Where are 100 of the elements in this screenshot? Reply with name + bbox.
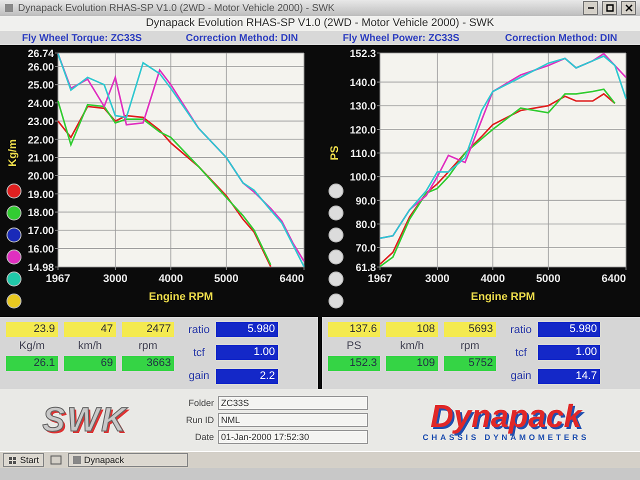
y-axis-label: PS: [329, 146, 341, 160]
setting-value-field: 14.7: [538, 368, 600, 384]
company-logo: SWK: [41, 400, 129, 440]
correction-method-label: Correction Method: DIN: [186, 32, 298, 44]
y-tick-label: 17.00: [28, 225, 54, 238]
chart-caption: Fly Wheel Torque: ZC33S: [22, 32, 142, 44]
peak-value-field: 26.1: [6, 356, 58, 370]
start-button[interactable]: Start: [3, 453, 44, 467]
minimize-icon: [588, 7, 594, 9]
maximize-button[interactable]: [602, 1, 617, 15]
run-select-button[interactable]: [328, 228, 344, 242]
run-select-button[interactable]: [328, 206, 344, 220]
correction-method-label: Correction Method: DIN: [505, 32, 618, 44]
run-select-button[interactable]: [6, 272, 22, 286]
brand-logo: Dynapack: [430, 398, 582, 432]
setting-label: gain: [510, 370, 532, 382]
y-tick-label: 140.0: [350, 77, 376, 90]
x-axis-label: Engine RPM: [470, 291, 536, 303]
y-tick-label: 23.00: [28, 116, 54, 128]
y-tick-label: 120.0: [350, 124, 376, 136]
x-tick-label: 4000: [158, 273, 184, 285]
y-tick-label: 130.0: [350, 100, 376, 113]
setting-value-field: 1.00: [216, 345, 278, 360]
app-icon: [4, 3, 14, 13]
y-tick-label: 21.00: [28, 152, 54, 164]
run-select-button[interactable]: [328, 272, 344, 286]
info-field: 01-Jan-2000 17:52:30: [218, 430, 368, 444]
four-squares-icon: [8, 456, 17, 464]
setting-label: ratio: [187, 324, 211, 336]
x-tick-label: 6400: [602, 273, 626, 285]
y-tick-label: 152.3: [350, 48, 376, 60]
setting-value-field: 2.2: [216, 368, 278, 384]
unit-label: km/h: [77, 340, 103, 352]
task-button[interactable]: Dynapack: [68, 453, 188, 467]
peak-value-field: 109: [386, 356, 438, 370]
x-tick-label: 1967: [368, 273, 392, 285]
close-button[interactable]: [621, 1, 636, 15]
current-value-field: 2477: [122, 322, 174, 336]
y-tick-label: 19.00: [28, 188, 54, 201]
chart-caption: Fly Wheel Power: ZC33S: [342, 32, 460, 44]
x-tick-label: 5000: [214, 273, 239, 285]
unit-label: rpm: [460, 340, 480, 352]
y-tick-label: 18.00: [28, 207, 54, 220]
peak-value-field: 3663: [122, 356, 174, 370]
y-tick-label: 80.0: [356, 218, 376, 231]
y-tick-label: 26.74: [28, 48, 54, 60]
y-tick-label: 90.0: [356, 195, 376, 208]
y-tick-label: 22.00: [28, 134, 54, 146]
current-value-field: 108: [386, 322, 438, 336]
y-tick-label: 20.00: [28, 170, 54, 183]
y-tick-label: 70.0: [356, 242, 376, 255]
setting-label: ratio: [509, 324, 533, 336]
setting-value-field: 1.00: [538, 345, 600, 360]
current-value-field: 5693: [444, 322, 496, 336]
run-select-button[interactable]: [328, 184, 344, 198]
peak-value-field: 5752: [444, 356, 496, 370]
unit-label: PS: [346, 340, 362, 352]
y-tick-label: 61.8: [356, 262, 376, 274]
field-label: Date: [194, 432, 215, 442]
setting-label: tcf: [514, 346, 528, 359]
run-select-button[interactable]: [6, 294, 22, 308]
field-label: Run ID: [184, 415, 215, 425]
y-tick-label: 110.0: [350, 148, 376, 160]
maximize-icon: [606, 4, 614, 12]
app-icon: [73, 456, 82, 464]
x-tick-label: 3000: [103, 273, 128, 285]
peak-value-field: 152.3: [328, 356, 380, 370]
x-tick-label: 6400: [280, 273, 304, 285]
y-tick-label: 100.0: [350, 172, 376, 184]
field-label: Folder: [187, 398, 215, 408]
close-icon: [624, 4, 632, 12]
x-tick-label: 1967: [46, 273, 70, 285]
setting-label: gain: [188, 370, 210, 382]
current-value-field: 137.6: [328, 322, 380, 336]
setting-value-field: 5.980: [216, 322, 278, 338]
window-title: Dynapack Evolution RHAS-SP V1.0 (2WD - Motor Vehicle 2000) - SWK: [18, 2, 336, 14]
x-tick-label: 3000: [425, 273, 450, 285]
brand-tagline: CHASSIS DYNAMOMETERS: [422, 432, 590, 442]
setting-label: tcf: [192, 346, 206, 359]
y-tick-label: 24.00: [28, 98, 54, 110]
unit-label: km/h: [399, 340, 425, 352]
run-select-button[interactable]: [6, 250, 22, 264]
x-tick-label: 4000: [480, 273, 506, 285]
run-select-button[interactable]: [6, 206, 22, 220]
desktop-icon[interactable]: [50, 454, 62, 466]
run-select-button[interactable]: [328, 250, 344, 264]
y-tick-label: 26.00: [28, 61, 54, 74]
unit-label: rpm: [138, 340, 158, 352]
y-tick-label: 16.00: [28, 243, 54, 256]
run-select-button[interactable]: [328, 294, 344, 308]
app-title: Dynapack Evolution RHAS-SP V1.0 (2WD - Motor Vehicle 2000) - SWK: [0, 16, 640, 31]
y-tick-label: 25.00: [28, 80, 54, 92]
run-select-button[interactable]: [6, 184, 22, 198]
info-field: NML: [218, 413, 368, 427]
run-select-button[interactable]: [6, 228, 22, 242]
setting-value-field: 5.980: [538, 322, 600, 338]
y-tick-label: 14.98: [28, 262, 54, 274]
current-value-field: 47: [64, 322, 116, 336]
current-value-field: 23.9: [6, 322, 58, 336]
minimize-button[interactable]: [583, 1, 598, 15]
